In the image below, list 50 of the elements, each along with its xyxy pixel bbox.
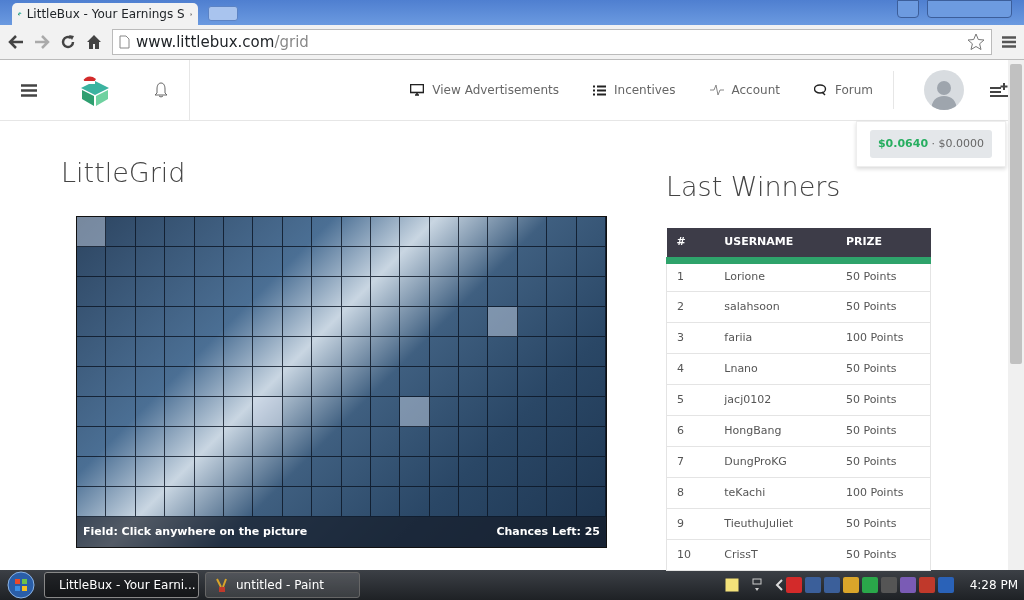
table-cell: 8 [666, 477, 715, 509]
table-cell: 2 [666, 291, 715, 323]
table-cell: 50 Points [835, 353, 931, 385]
table-cell: 50 Points [835, 508, 931, 540]
address-bar[interactable]: www.littlebux.com/grid [112, 29, 992, 55]
column-header: # [666, 228, 715, 261]
table-cell: jacj0102 [714, 384, 836, 416]
section-title: Last Winners [666, 171, 842, 204]
column-header: USERNAME [714, 228, 836, 261]
table-cell: 50 Points [835, 415, 931, 447]
nav-link[interactable]: Incentives [593, 81, 676, 99]
table-cell: 50 Points [835, 260, 931, 292]
grid-picture[interactable]: Field: Click anywhere on the picture Chances Left: 25 [76, 216, 607, 549]
table-cell: TieuthuJuliet [714, 508, 836, 540]
table-cell: 4 [666, 353, 715, 385]
table-cell: 50 Points [835, 539, 931, 571]
table-cell: 50 Points [835, 384, 931, 416]
page-title: LittleGrid [61, 157, 187, 190]
nav-link[interactable]: View Advertisements [410, 81, 559, 99]
balance-display[interactable]: $0.0640 · $0.0000 [869, 129, 993, 159]
table-cell: salahsoon [714, 291, 836, 323]
taskbar-button[interactable]: LittleBux - Your Earni... [44, 572, 199, 598]
table-cell: 100 Points [835, 322, 931, 354]
table-cell: Lorione [714, 260, 836, 292]
table-cell: fariia [714, 322, 836, 354]
table-cell: DungProKG [714, 446, 836, 478]
table-cell: CrissT [714, 539, 836, 571]
browser-tab[interactable]: LittleBux - Your Earnings S [12, 3, 198, 25]
url-text: www.littlebux.com/grid [136, 31, 309, 53]
table-cell: 7 [666, 446, 715, 478]
table-cell: 3 [666, 322, 715, 354]
table-cell: 10 [666, 539, 715, 571]
table-cell: 100 Points [835, 477, 931, 509]
column-header: PRIZE [835, 228, 931, 261]
taskbar-button[interactable]: untitled - Paint [205, 572, 360, 598]
chances-left: Chances Left: 25 [496, 524, 600, 541]
table-cell: HongBang [714, 415, 836, 447]
table-cell: 1 [666, 260, 715, 292]
table-cell: teKachi [714, 477, 836, 509]
nav-link[interactable]: Forum [813, 81, 873, 99]
table-cell: 6 [666, 415, 715, 447]
table-cell: 50 Points [835, 291, 931, 323]
table-cell: Lnano [714, 353, 836, 385]
table-cell: 50 Points [835, 446, 931, 478]
tab-title: LittleBux - Your Earnings S [26, 6, 185, 23]
table-cell: 9 [666, 508, 715, 540]
clock[interactable]: 4:28 PM [969, 576, 1018, 594]
nav-link[interactable]: Account [709, 81, 780, 99]
table-cell: 5 [666, 384, 715, 416]
field-hint: Field: Click anywhere on the picture [83, 524, 308, 541]
